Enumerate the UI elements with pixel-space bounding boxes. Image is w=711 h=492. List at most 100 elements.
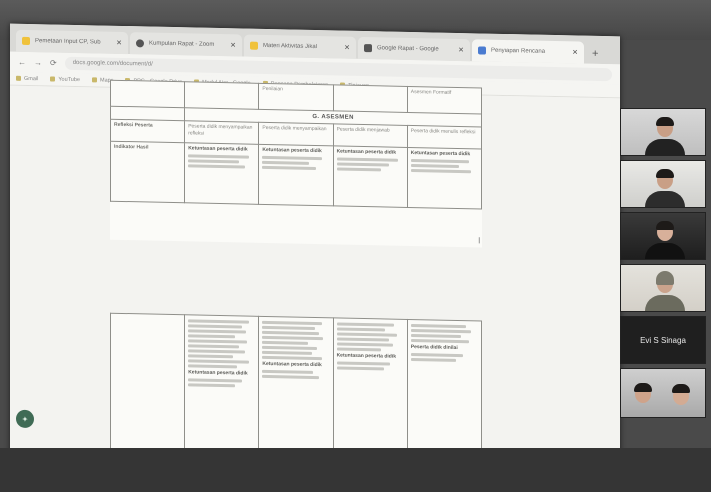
bookmark-icon xyxy=(16,75,21,81)
table-cell[interactable]: Peserta didik menyampaikan xyxy=(258,122,334,146)
tab-label: Penyiapan Rencana xyxy=(491,47,546,55)
table-cell[interactable]: Peserta didik dinilai xyxy=(407,319,482,467)
participant-video-tile[interactable] xyxy=(620,160,706,208)
new-tab-button[interactable]: + xyxy=(586,48,604,64)
bookmark-item[interactable]: Gmail xyxy=(16,75,38,82)
table-cell[interactable]: Ketuntasan peserta didik xyxy=(407,147,482,210)
table-cell[interactable]: Ketuntasan peserta didik xyxy=(258,316,334,467)
bullet-title: Ketuntasan peserta didik xyxy=(410,150,471,158)
text-line xyxy=(188,383,236,388)
tab-3[interactable]: Materi Aktivitas Jikal ✕ xyxy=(244,34,356,59)
table-cell[interactable]: Ketuntasan peserta didik xyxy=(258,144,334,206)
table-cell[interactable]: Ketuntasan peserta didik xyxy=(184,142,259,205)
text-line xyxy=(262,165,317,170)
bullet-title: Ketuntasan peserta didik xyxy=(262,146,322,155)
close-icon[interactable]: ✕ xyxy=(230,41,236,49)
bullet-title: Ketuntasan peserta didik xyxy=(262,360,322,369)
participant-video-tile[interactable] xyxy=(620,212,706,260)
person-hair xyxy=(656,117,674,126)
tab-label: Kumpulan Rapat - Zoom xyxy=(149,40,215,48)
browser-window: Pemetaan Input CP, Sub ✕ Kumpulan Rapat … xyxy=(10,23,620,467)
text-line xyxy=(336,167,381,172)
participant-name-tile[interactable]: Evi S Sinaga xyxy=(620,316,706,364)
bullet-title: Ketuntasan peserta didik xyxy=(336,148,397,156)
back-arrow-icon[interactable]: ← xyxy=(18,57,26,66)
table-cell[interactable] xyxy=(110,80,185,108)
tab-5-active[interactable]: Penyiapan Rencana ✕ xyxy=(472,39,584,64)
text-line xyxy=(336,361,391,366)
table-cell[interactable]: Peserta didik menjawab xyxy=(333,123,408,148)
text-line xyxy=(410,329,472,334)
participant-video-tile[interactable] xyxy=(620,264,706,312)
table-cell[interactable]: Ketuntasan peserta didik xyxy=(333,317,408,467)
bookmark-item[interactable]: YouTube xyxy=(50,76,80,83)
text-line xyxy=(262,355,322,361)
text-line xyxy=(188,324,242,329)
close-icon[interactable]: ✕ xyxy=(344,44,350,52)
table-cell[interactable]: Asesmen Formatif xyxy=(407,86,482,114)
text-line xyxy=(336,162,389,167)
assessment-table: Penilaian Asesmen Formatif G. ASESMEN Re… xyxy=(110,80,482,210)
text-line xyxy=(262,320,322,326)
globe-icon xyxy=(136,39,144,48)
text-line xyxy=(188,359,249,364)
document-canvas[interactable]: Penilaian Asesmen Formatif G. ASESMEN Re… xyxy=(10,79,620,467)
text-line xyxy=(188,164,246,169)
participant-name: Evi S Sinaga xyxy=(640,335,686,345)
tab-2[interactable]: Kumpulan Rapat - Zoom ✕ xyxy=(130,32,242,57)
bookmark-label: YouTube xyxy=(58,76,80,83)
text-line xyxy=(188,364,237,369)
text-line xyxy=(410,334,461,339)
row-label: Indikator Hasil xyxy=(110,141,185,203)
bullet-title: Ketuntasan peserta didik xyxy=(336,352,397,360)
text-line xyxy=(336,327,385,332)
text-line xyxy=(262,345,318,351)
close-icon[interactable]: ✕ xyxy=(572,48,578,56)
text-line xyxy=(410,158,469,164)
participant-video-tile[interactable] xyxy=(620,108,706,156)
table-cell[interactable]: Ketuntasan peserta didik xyxy=(333,145,408,208)
text-line xyxy=(410,168,472,174)
table-cell[interactable]: Ketuntasan peserta didik xyxy=(184,314,259,467)
table-cell[interactable]: Peserta didik menyampaikan refleksi xyxy=(184,120,259,145)
text-line xyxy=(336,332,398,337)
forward-arrow-icon[interactable]: → xyxy=(34,58,42,67)
document-page-2[interactable]: Ketuntasan peserta didik Ketuntasan pese… xyxy=(110,312,482,467)
text-line xyxy=(188,334,236,339)
table-cell[interactable] xyxy=(110,313,185,465)
text-line xyxy=(410,163,460,168)
bullet-title: Peserta didik dinilai xyxy=(410,344,458,351)
table-row: Indikator Hasil Ketuntasan peserta didik… xyxy=(110,141,482,210)
text-line xyxy=(262,350,313,355)
url-text: docs.google.com/document/d/ xyxy=(72,59,153,68)
table-cell[interactable] xyxy=(184,81,259,110)
text-line xyxy=(188,339,248,344)
bookmark-icon xyxy=(50,76,56,82)
text-line xyxy=(262,374,319,379)
text-line xyxy=(262,369,314,374)
text-line xyxy=(188,329,246,334)
text-line xyxy=(188,159,239,164)
participant-video-tile[interactable] xyxy=(620,368,706,418)
tab-1[interactable]: Pemetaan Input CP, Sub ✕ xyxy=(16,29,128,55)
person-silhouette xyxy=(645,295,685,311)
text-line xyxy=(336,342,393,347)
person-hair xyxy=(656,221,674,230)
text-line xyxy=(336,337,389,342)
document-page-1[interactable]: Penilaian Asesmen Formatif G. ASESMEN Re… xyxy=(110,79,482,248)
reload-icon[interactable]: ⟳ xyxy=(50,58,57,67)
close-icon[interactable]: ✕ xyxy=(458,46,464,54)
monitor-bezel-bottom xyxy=(0,448,711,492)
person-hair xyxy=(634,383,652,392)
bullet-title: Ketuntasan peserta didik xyxy=(188,369,248,377)
tab-label: Materi Aktivitas Jikal xyxy=(263,42,318,51)
table-cell[interactable]: Peserta didik menulis refleksi xyxy=(407,125,482,150)
text-line xyxy=(262,335,323,341)
person-silhouette xyxy=(645,139,685,155)
table-cell[interactable]: Penilaian xyxy=(258,83,334,111)
table-cell[interactable] xyxy=(333,84,408,113)
explore-button[interactable]: ✦ xyxy=(16,409,34,429)
table-row: Ketuntasan peserta didik Ketuntasan pese… xyxy=(110,313,482,467)
tab-4[interactable]: Google Rapat - Google ✕ xyxy=(358,36,470,62)
close-icon[interactable]: ✕ xyxy=(116,39,122,47)
